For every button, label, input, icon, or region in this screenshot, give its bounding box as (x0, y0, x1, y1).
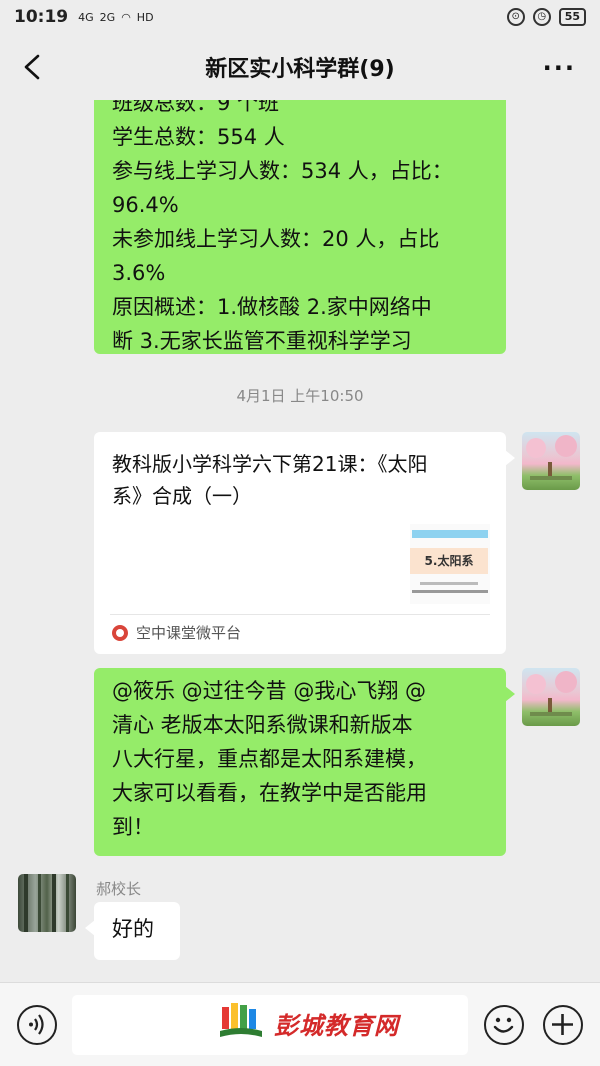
stats-line: 原因概述：1.做核酸 2.家中网络中 (112, 295, 432, 319)
link-card-thumbnail: 5.太阳系 (410, 524, 490, 604)
stats-line: 班级总数：9 个班 (112, 100, 280, 115)
mention-line: 八大行星，重点都是太阳系建模， (112, 747, 427, 771)
book-logo-icon (220, 1003, 262, 1037)
reply-text: 好的 (112, 917, 154, 941)
status-bar: 10:19 4G 2G ◠ HD ⊙ ◷ 55 (0, 0, 600, 34)
link-card-source: 空中课堂微平台 (112, 622, 241, 643)
avatar-image-icon (24, 874, 69, 932)
message-bubble-reply[interactable]: 好的 (85, 902, 180, 960)
my-avatar[interactable] (522, 668, 580, 726)
mini-program-icon (112, 624, 128, 641)
source-name: 空中课堂微平台 (136, 624, 242, 642)
back-arrow-icon[interactable] (20, 52, 48, 82)
battery-indicator: 55 (558, 8, 586, 26)
signal-indicators: 4G 2G ◠ HD (78, 11, 153, 24)
watermark: 彭城教育网 (218, 1001, 399, 1045)
thumbnail-bar (412, 530, 488, 538)
alarm-icon: ◷ (532, 8, 551, 26)
more-functions-button[interactable] (543, 1005, 583, 1045)
mention-line: 大家可以看看，在教学中是否能用 (112, 781, 427, 805)
mention-line: @筱乐 @过往今昔 @我心飞翔 @ (112, 679, 427, 703)
my-avatar[interactable] (522, 432, 580, 490)
signal-2g-icon: 2G (99, 10, 116, 24)
thumbnail-line (420, 582, 478, 585)
stats-line: 未参加线上学习人数：20 人，占比 (112, 227, 440, 251)
status-time: 10:19 (14, 7, 69, 27)
wifi-icon: ◠ (121, 10, 131, 24)
stats-line: 96.4% (112, 193, 179, 217)
watermark-text: 彭城教育网 (274, 1011, 399, 1040)
more-options-icon[interactable]: ··· (543, 54, 576, 82)
lock-rotation-icon: ⊙ (506, 8, 525, 26)
message-bubble-stats[interactable]: 班级总数：9 个班 学生总数：554 人 参与线上学习人数：534 人，占比： … (94, 100, 506, 354)
stats-line: 学生总数：554 人 (112, 125, 285, 149)
avatar-image-icon (526, 435, 577, 480)
emoji-icon (493, 1017, 514, 1033)
message-input[interactable]: 彭城教育网 (72, 995, 468, 1055)
chat-header: 新区实小科学群(9) ··· (0, 34, 600, 100)
card-divider (110, 614, 490, 615)
sender-avatar[interactable] (18, 874, 76, 932)
stats-line: 3.6% (112, 261, 166, 285)
sender-name: 郝校长 (96, 880, 142, 898)
thumbnail-line (412, 590, 488, 593)
message-bubble-mention[interactable]: @筱乐 @过往今昔 @我心飞翔 @ 清心 老版本太阳系微课和新版本 八大行星，重… (94, 668, 515, 856)
avatar-image-icon (526, 671, 577, 716)
emoji-button[interactable] (484, 1005, 524, 1045)
signal-4g-icon: 4G (78, 10, 94, 24)
message-timestamp: 4月1日 上午10:50 (236, 387, 364, 405)
stats-line: 参与线上学习人数：534 人，占比： (112, 159, 453, 183)
chat-title: 新区实小科学群(9) (205, 57, 395, 82)
voice-input-button[interactable] (17, 1005, 57, 1045)
link-card-title: 教科版小学科学六下第21课：《太阳系》合成（一） (112, 452, 428, 508)
mention-line: 到！ (112, 815, 154, 839)
plus-icon (552, 1014, 573, 1035)
stats-line: 断 3.无家长监管不重视科学学习 (112, 329, 412, 353)
link-card[interactable]: 教科版小学科学六下第21课：《太阳系》合成（一） 5.太阳系 空中课堂微平台 (94, 432, 515, 654)
input-bar: 彭城教育网 (0, 982, 600, 1066)
hd-icon: HD (136, 10, 154, 24)
mention-line: 清心 老版本太阳系微课和新版本 (112, 713, 413, 737)
thumbnail-label: 5.太阳系 (410, 548, 488, 574)
voice-icon (29, 1014, 44, 1035)
